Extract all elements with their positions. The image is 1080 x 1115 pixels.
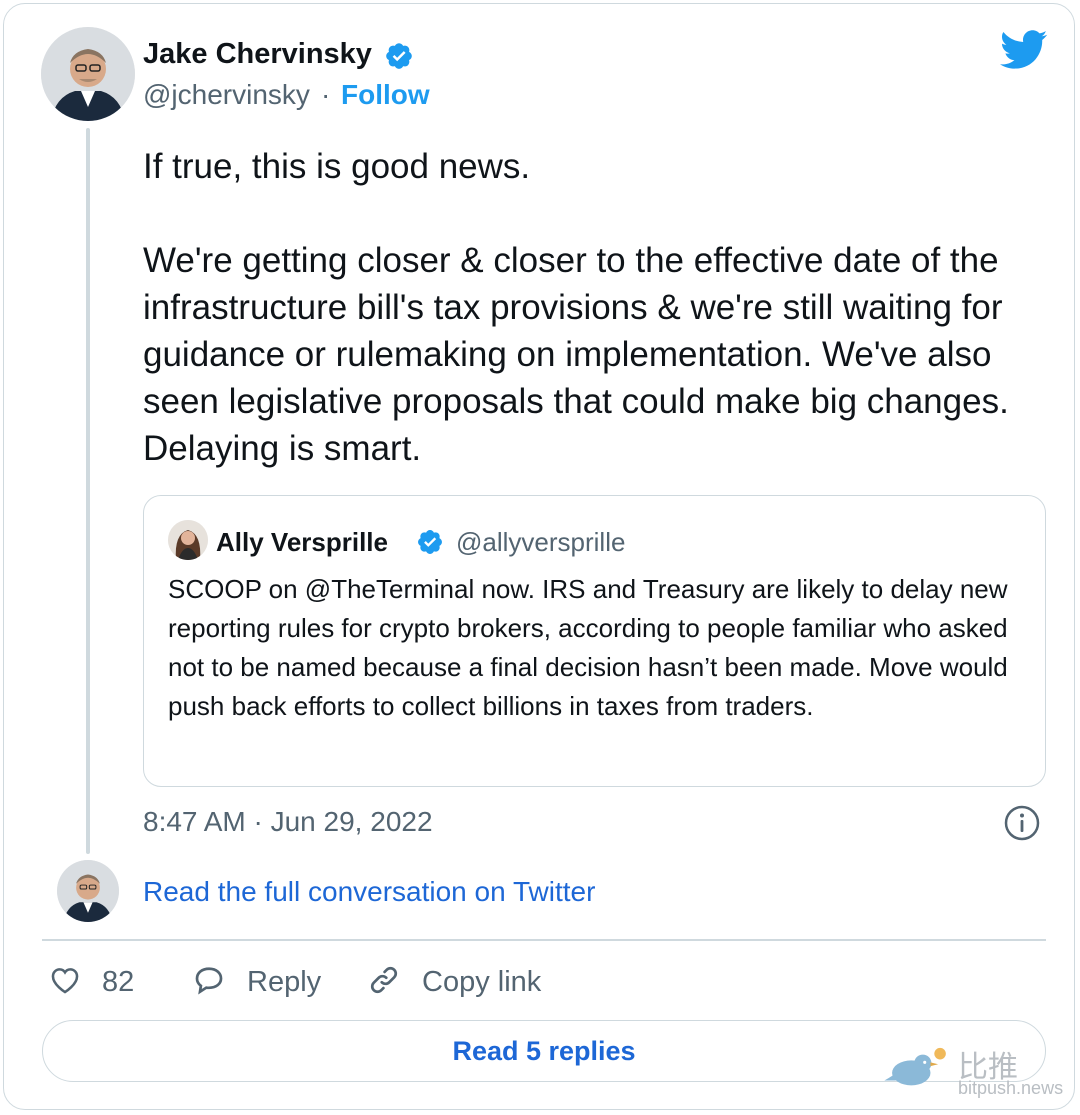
divider xyxy=(42,939,1046,941)
copy-link-button[interactable]: Copy link xyxy=(366,960,541,1004)
reply-bubble-icon xyxy=(191,962,227,1003)
author-handle[interactable]: @jchervinsky xyxy=(143,79,310,111)
heart-icon xyxy=(48,963,82,1002)
bitpush-watermark: 比推 bitpush.news xyxy=(884,1042,1064,1102)
tweet-text: If true, this is good news. We're gettin… xyxy=(143,147,1009,468)
like-count: 82 xyxy=(102,965,135,998)
follow-button[interactable]: Follow xyxy=(341,79,430,111)
quoted-author-avatar[interactable] xyxy=(168,520,208,560)
bird-logo-icon xyxy=(884,1046,952,1099)
watermark-site: bitpush.news xyxy=(958,1078,1064,1098)
author-avatar-small[interactable] xyxy=(57,860,119,922)
author-name[interactable]: Jake Chervinsky xyxy=(143,38,372,71)
thread-line xyxy=(86,128,90,854)
copy-link-label: Copy link xyxy=(422,965,542,998)
read-full-conversation-link[interactable]: Read the full conversation on Twitter xyxy=(143,876,595,908)
tweet-timestamp[interactable]: 8:47 AM · Jun 29, 2022 xyxy=(143,806,433,838)
verified-badge-icon xyxy=(384,41,414,71)
verified-badge-icon xyxy=(416,528,444,556)
reply-label: Reply xyxy=(247,965,322,998)
handle-separator: · xyxy=(321,79,331,110)
quoted-author-name[interactable]: Ally Versprille xyxy=(216,527,388,558)
reply-button[interactable]: Reply xyxy=(191,960,321,1004)
link-icon xyxy=(366,962,402,1003)
twitter-bird-icon[interactable] xyxy=(1000,30,1048,72)
quoted-author-handle[interactable]: @allyversprille xyxy=(456,527,625,558)
info-icon[interactable] xyxy=(1003,804,1041,842)
quoted-tweet[interactable]: Ally Versprille @allyversprille SCOOP on… xyxy=(143,495,1046,787)
quoted-tweet-text: SCOOP on @TheTerminal now. IRS and Treas… xyxy=(168,574,1008,721)
like-button[interactable]: 82 xyxy=(48,960,134,1004)
author-avatar[interactable] xyxy=(41,27,135,121)
